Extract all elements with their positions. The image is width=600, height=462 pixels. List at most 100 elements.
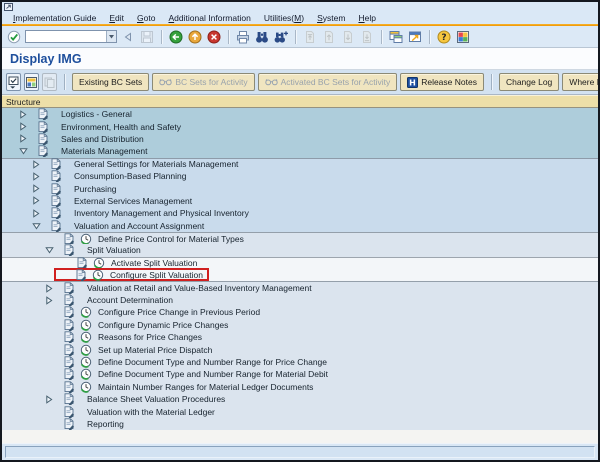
- img-activity-icon[interactable]: [80, 381, 92, 393]
- exit-icon[interactable]: [187, 29, 203, 45]
- menu-utilities-m[interactable]: Utilities(M): [264, 13, 304, 23]
- img-node-icon[interactable]: [37, 108, 49, 122]
- menu-goto[interactable]: Goto: [137, 13, 155, 23]
- tree-item-label[interactable]: Configure Split Valuation: [110, 270, 203, 280]
- tree-item-label[interactable]: Balance Sheet Valuation Procedures: [87, 394, 225, 404]
- print-icon[interactable]: [235, 29, 251, 45]
- tree-item-label[interactable]: Valuation and Account Assignment: [74, 221, 204, 231]
- collapse-icon[interactable]: [120, 29, 136, 45]
- expander-expanded-icon[interactable]: [31, 221, 41, 230]
- expander-collapsed-icon[interactable]: [31, 184, 41, 193]
- expander-collapsed-icon[interactable]: [18, 109, 28, 119]
- expander-expanded-icon[interactable]: [18, 147, 28, 156]
- expander-collapsed-icon[interactable]: [44, 283, 54, 293]
- change-log-button[interactable]: Change Log: [498, 73, 560, 91]
- img-node-icon[interactable]: [63, 331, 75, 345]
- img-node-icon[interactable]: [63, 418, 75, 432]
- img-node-icon[interactable]: [63, 368, 75, 382]
- tree-item-label[interactable]: External Services Management: [74, 196, 192, 206]
- img-activity-icon[interactable]: [80, 306, 92, 319]
- img-node-icon[interactable]: [63, 319, 75, 332]
- release-notes-button[interactable]: H Release Notes: [400, 73, 484, 91]
- expander-collapsed-icon[interactable]: [44, 295, 54, 305]
- img-activity-icon[interactable]: [80, 319, 92, 331]
- position-button[interactable]: [6, 73, 21, 91]
- expander-collapsed-icon[interactable]: [31, 196, 41, 206]
- tree-item-label[interactable]: Configure Price Change in Previous Perio…: [98, 307, 260, 317]
- existing-bc-sets-button[interactable]: Existing BC Sets: [72, 73, 150, 91]
- img-node-icon[interactable]: [50, 182, 62, 196]
- tree-item-label[interactable]: Reporting: [87, 419, 124, 429]
- expander-collapsed-icon[interactable]: [18, 122, 28, 131]
- img-node-icon[interactable]: [63, 393, 75, 407]
- img-node-icon[interactable]: [50, 158, 62, 172]
- find-next-icon[interactable]: [273, 29, 289, 45]
- expander-expanded-icon[interactable]: [44, 246, 54, 255]
- img-node-icon[interactable]: [50, 207, 62, 221]
- img-node-icon[interactable]: [50, 170, 62, 184]
- img-node-icon[interactable]: [37, 145, 49, 159]
- back-icon[interactable]: [168, 29, 184, 45]
- img-node-icon[interactable]: [63, 405, 75, 419]
- menu-system[interactable]: System: [317, 13, 345, 23]
- tree-item-label[interactable]: Materials Management: [61, 146, 147, 156]
- img-node-icon[interactable]: [63, 244, 75, 258]
- customize-layout-icon[interactable]: [455, 29, 471, 45]
- expander-collapsed-icon[interactable]: [44, 394, 54, 404]
- cancel-icon[interactable]: [206, 29, 222, 45]
- img-node-icon[interactable]: [50, 220, 62, 233]
- tree-item-label[interactable]: Purchasing: [74, 184, 117, 194]
- tree-item-label[interactable]: Inventory Management and Physical Invent…: [74, 208, 249, 218]
- expander-collapsed-icon[interactable]: [18, 134, 28, 144]
- menu-additional-information[interactable]: Additional Information: [168, 13, 250, 23]
- tree-item-label[interactable]: Split Valuation: [87, 245, 141, 255]
- img-node-icon[interactable]: [63, 343, 75, 357]
- img-node-icon[interactable]: [75, 269, 87, 282]
- system-menu-icon[interactable]: [4, 3, 13, 11]
- new-session-icon[interactable]: [388, 29, 404, 45]
- tree-item-label[interactable]: Set up Material Price Dispatch: [98, 345, 212, 355]
- img-activity-icon[interactable]: [80, 356, 92, 368]
- command-field-dropdown-icon[interactable]: [106, 31, 116, 42]
- img-node-icon[interactable]: [63, 294, 75, 308]
- img-node-icon[interactable]: [63, 282, 75, 296]
- img-activity-icon[interactable]: [80, 344, 92, 356]
- enter-icon[interactable]: [6, 29, 22, 45]
- tree-item-label[interactable]: Reasons for Price Changes: [98, 332, 202, 342]
- img-node-icon[interactable]: [50, 195, 62, 209]
- tree-item-label[interactable]: Valuation with the Material Ledger: [87, 407, 215, 417]
- create-shortcut-icon[interactable]: [407, 29, 423, 45]
- tree-item-label[interactable]: Valuation at Retail and Value-Based Inve…: [87, 283, 312, 293]
- menu-edit[interactable]: Edit: [109, 13, 124, 23]
- img-activity-icon[interactable]: [80, 331, 92, 343]
- tree-item-label[interactable]: General Settings for Materials Managemen…: [74, 159, 238, 169]
- expander-collapsed-icon[interactable]: [31, 209, 41, 218]
- img-node-icon[interactable]: [63, 356, 75, 370]
- tree-item-label[interactable]: Consumption-Based Planning: [74, 171, 186, 181]
- tree-item-label[interactable]: Activate Split Valuation: [111, 258, 197, 268]
- tree-item-label[interactable]: Sales and Distribution: [61, 134, 144, 144]
- img-node-icon[interactable]: [37, 133, 49, 147]
- img-activity-icon[interactable]: [80, 233, 92, 245]
- tree-item-label[interactable]: Account Determination: [87, 295, 173, 305]
- menu-help[interactable]: Help: [358, 13, 376, 23]
- img-activity-icon[interactable]: [92, 269, 104, 281]
- command-input[interactable]: [26, 31, 106, 42]
- find-icon[interactable]: [254, 29, 270, 45]
- help-icon[interactable]: ?: [436, 29, 452, 45]
- expander-collapsed-icon[interactable]: [31, 171, 41, 181]
- tree-item-label[interactable]: Configure Dynamic Price Changes: [98, 320, 228, 330]
- expander-collapsed-icon[interactable]: [31, 159, 41, 169]
- legend-button[interactable]: [24, 73, 39, 91]
- img-node-icon[interactable]: [37, 120, 49, 134]
- tree-item-label[interactable]: Maintain Number Ranges for Material Ledg…: [98, 382, 313, 392]
- img-node-icon[interactable]: [63, 232, 75, 246]
- tree-item-label[interactable]: Define Price Control for Material Types: [98, 234, 244, 244]
- tree-item-label[interactable]: Define Document Type and Number Range fo…: [98, 357, 327, 367]
- img-node-icon[interactable]: [63, 306, 75, 320]
- img-node-icon[interactable]: [63, 381, 75, 394]
- tree-item-label[interactable]: Environment, Health and Safety: [61, 122, 181, 132]
- tree-item-label[interactable]: Logistics - General: [61, 109, 132, 119]
- menu-implementation-guide[interactable]: Implementation Guide: [13, 13, 96, 23]
- tree-item-label[interactable]: Define Document Type and Number Range fo…: [98, 369, 328, 379]
